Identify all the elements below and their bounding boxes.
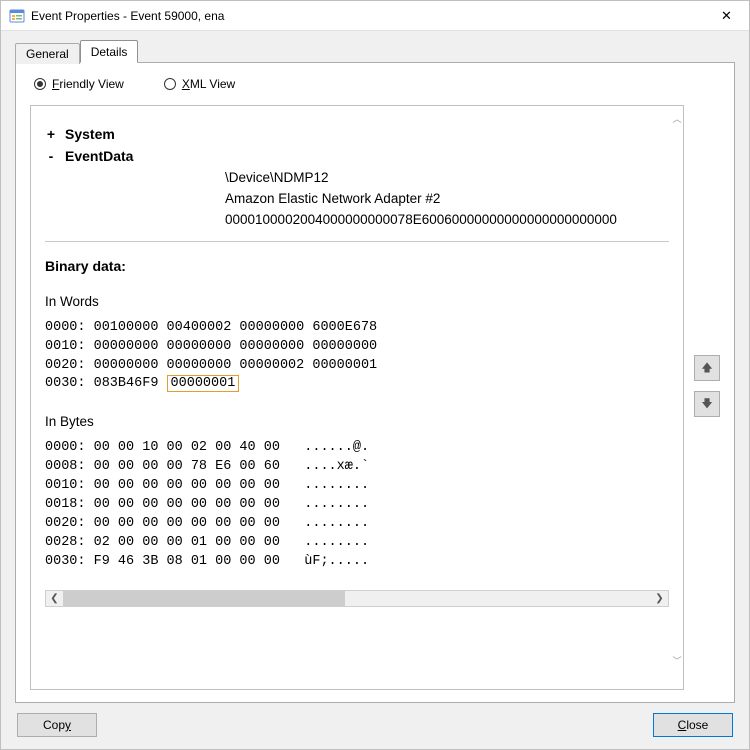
dialog-buttons: Copy Close	[15, 703, 735, 737]
radio-friendly-label: Friendly View	[52, 77, 124, 91]
radio-xml-label: XML View	[182, 77, 235, 91]
chevron-up-icon[interactable]: ︿	[673, 112, 682, 125]
horizontal-scrollbar[interactable]: ❮ ❯	[45, 590, 669, 607]
plus-icon: +	[45, 126, 57, 142]
words-dump: 0000: 00100000 00400002 00000000 6000E67…	[45, 319, 669, 395]
close-icon: ✕	[721, 9, 732, 22]
eventdata-values: \Device\NDMP12 Amazon Elastic Network Ad…	[225, 168, 669, 231]
minus-icon: -	[45, 148, 57, 164]
chevron-down-icon[interactable]: ﹀	[673, 654, 682, 667]
tab-panel-details: Friendly View XML View + System - EventD…	[15, 62, 735, 703]
record-nav-buttons: 🡅 🡇	[694, 355, 720, 690]
radio-friendly-view[interactable]: Friendly View	[34, 77, 124, 91]
vertical-scroll-indicator: ︿ ﹀	[674, 112, 680, 667]
in-bytes-label: In Bytes	[45, 414, 669, 429]
window-close-button[interactable]: ✕	[704, 1, 749, 31]
view-mode-radios: Friendly View XML View	[34, 77, 720, 91]
divider	[45, 241, 669, 242]
tree-eventdata-label: EventData	[65, 148, 133, 164]
tree-system[interactable]: + System	[45, 126, 669, 142]
window-root: Event Properties - Event 59000, ena ✕ Ge…	[0, 0, 750, 750]
app-icon	[9, 8, 25, 24]
highlighted-word: 00000001	[167, 375, 240, 392]
scroll-right-icon[interactable]: ❯	[651, 591, 668, 606]
content-wrap: + System - EventData \Device\NDMP12 Amaz…	[30, 105, 720, 690]
close-label: Close	[678, 718, 709, 732]
client-area: General Details Friendly View XML View +	[1, 31, 749, 749]
window-title: Event Properties - Event 59000, ena	[31, 9, 704, 23]
prev-event-button[interactable]: 🡅	[694, 355, 720, 381]
tab-details[interactable]: Details	[80, 40, 139, 63]
close-button[interactable]: Close	[653, 713, 733, 737]
tree-system-label: System	[65, 126, 115, 142]
bytes-dump: 0000: 00 00 10 00 02 00 40 00 ......@. 0…	[45, 439, 669, 571]
tree-eventdata[interactable]: - EventData	[45, 148, 669, 164]
scroll-thumb[interactable]	[63, 591, 345, 606]
binary-data-label: Binary data:	[45, 258, 669, 274]
scroll-left-icon[interactable]: ❮	[46, 591, 63, 606]
tabs: General Details	[15, 41, 735, 63]
titlebar: Event Properties - Event 59000, ena ✕	[1, 1, 749, 31]
arrow-up-icon: 🡅	[701, 359, 712, 378]
scroll-track[interactable]	[63, 591, 651, 606]
arrow-down-icon: 🡇	[701, 395, 712, 414]
eventdata-row: Amazon Elastic Network Adapter #2	[225, 189, 669, 210]
eventdata-row: 0000100002004000000000078E60060000000000…	[225, 210, 669, 231]
radio-xml-view[interactable]: XML View	[164, 77, 235, 91]
radio-icon	[164, 78, 176, 90]
eventdata-row: \Device\NDMP12	[225, 168, 669, 189]
tab-general[interactable]: General	[15, 43, 80, 64]
next-event-button[interactable]: 🡇	[694, 391, 720, 417]
content-pane: + System - EventData \Device\NDMP12 Amaz…	[30, 105, 684, 690]
radio-icon	[34, 78, 46, 90]
copy-label: Copy	[43, 718, 71, 732]
in-words-label: In Words	[45, 294, 669, 309]
copy-button[interactable]: Copy	[17, 713, 97, 737]
